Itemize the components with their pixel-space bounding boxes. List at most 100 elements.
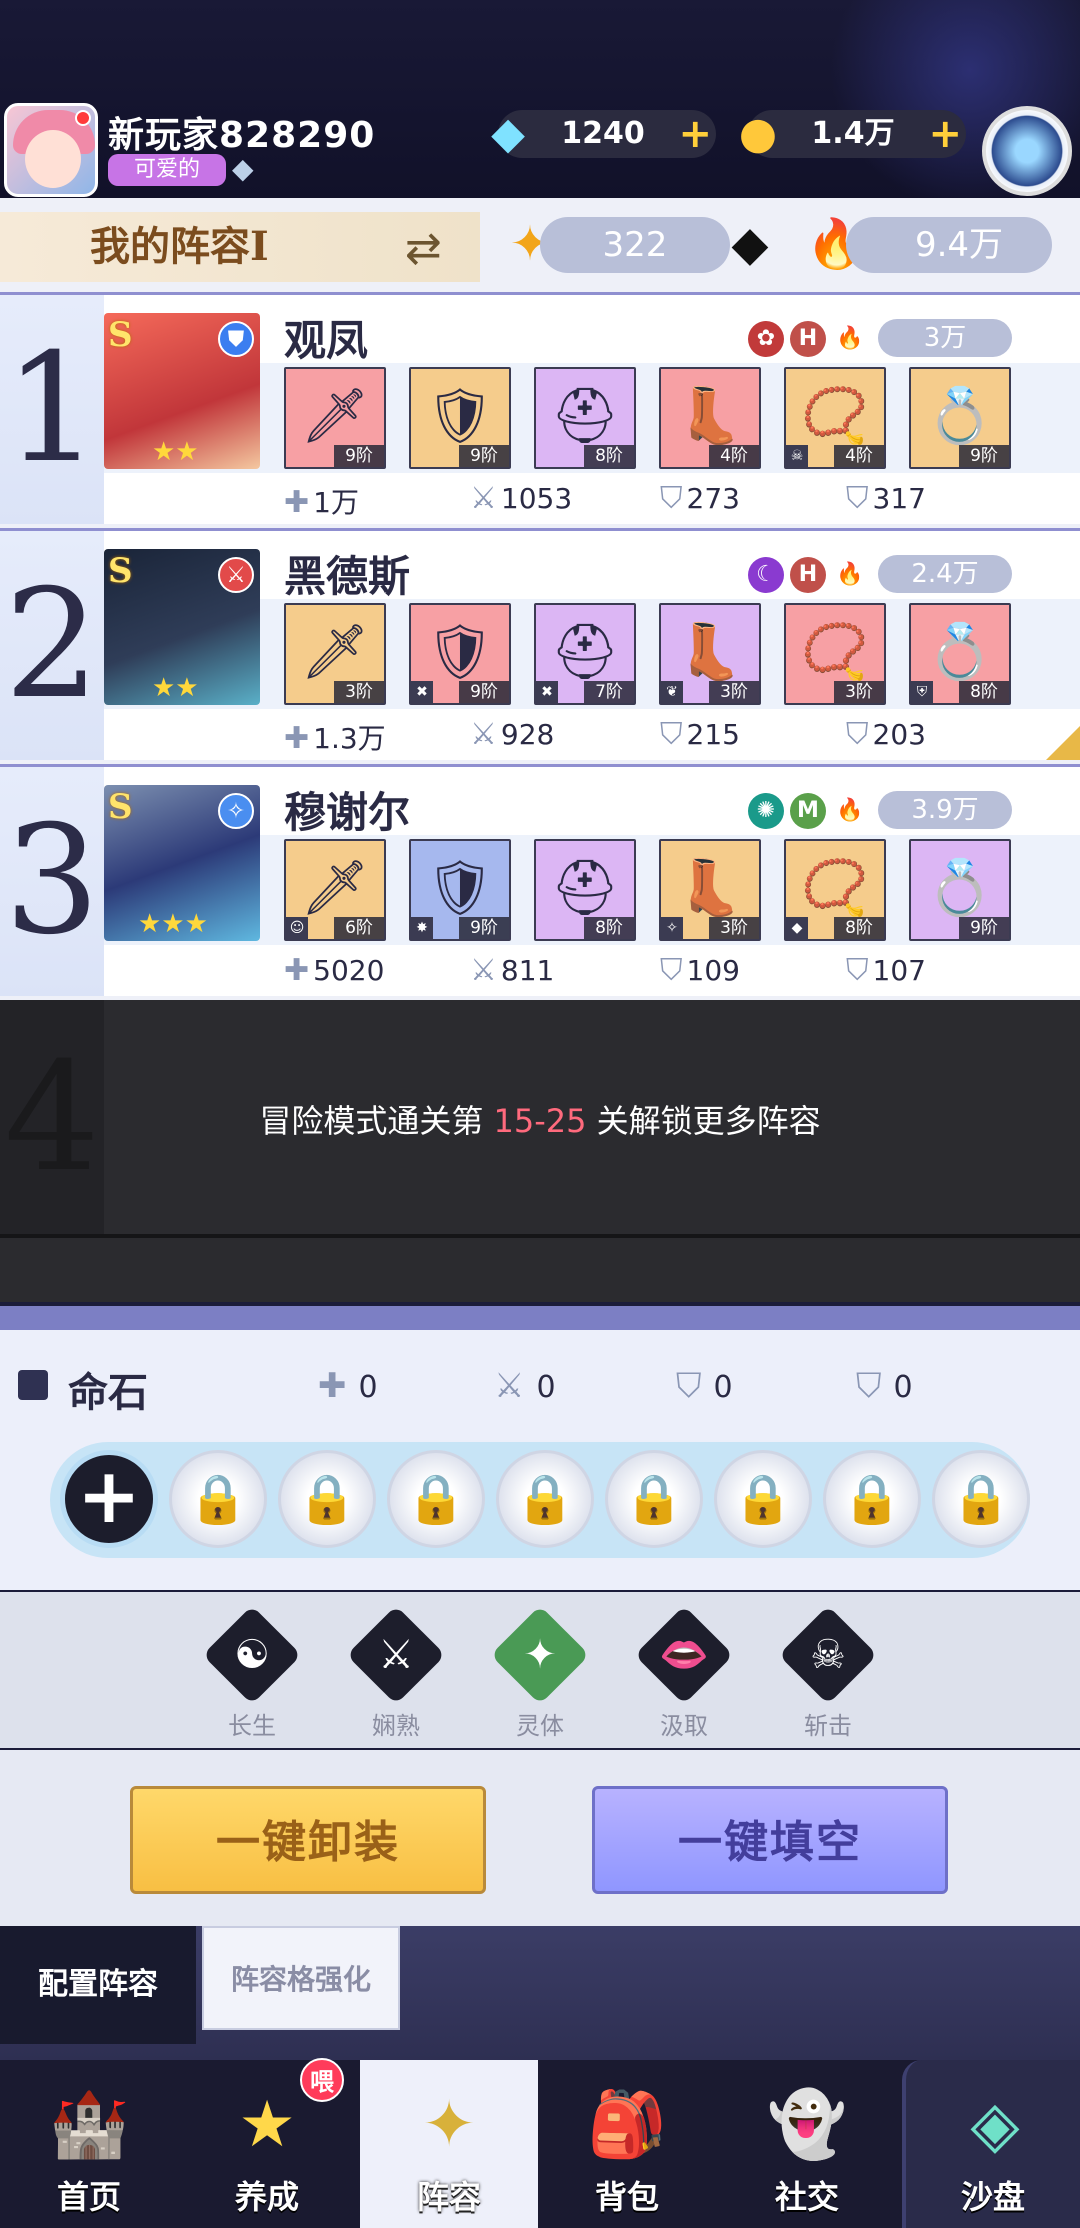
stat-atk: 928 xyxy=(500,718,555,751)
skill-longevity[interactable]: ☯ 长生 xyxy=(202,1605,302,1741)
equip-slot-armor[interactable]: 🛡 ✖ 9阶 xyxy=(409,603,511,705)
skill-drain[interactable]: 👄 汲取 xyxy=(634,1605,734,1741)
skull-icon: ☠ xyxy=(810,1632,846,1678)
player-name: 新玩家828290 xyxy=(108,115,376,156)
equip-slot-weapon[interactable]: 🗡 3阶 xyxy=(284,603,386,705)
equip-slot-armor[interactable]: 🛡 9阶 xyxy=(409,367,511,469)
hero-portrait[interactable]: S ⚔ ★★ xyxy=(104,549,260,705)
nav-develop-badge: 喂 xyxy=(300,2058,344,2102)
corner-marker xyxy=(1046,726,1080,760)
team-row-3[interactable]: 3 S ✧ ★★★ 穆谢尔 ✺ M 🔥 3.9万 🗡 ☺ 6阶 🛡 ✸ 9阶 ⛑ 8阶 👢… xyxy=(0,764,1080,996)
hp-icon: ✚ xyxy=(284,485,310,520)
element-icon: ☾ xyxy=(748,557,784,593)
ghost-mail-icon: 👻 xyxy=(767,2088,847,2162)
stat-mdef: 317 xyxy=(872,482,926,515)
alert-icon[interactable]: ◆ xyxy=(718,212,782,276)
locked-stone-slot[interactable]: 🔒 xyxy=(387,1450,485,1548)
defense-icon: ⛉ xyxy=(660,481,683,516)
stat-atk: 811 xyxy=(500,954,555,987)
yin-yang-icon: ☯ xyxy=(234,1632,270,1678)
add-stone-button[interactable]: + xyxy=(60,1450,158,1548)
equip-slot-ring[interactable]: 💍 9阶 xyxy=(909,839,1011,941)
magic-defense-icon: ⛉ xyxy=(856,1366,882,1406)
element-icon: ✺ xyxy=(748,793,784,829)
equip-slot-boots[interactable]: 👢 ✧ 3阶 xyxy=(659,839,761,941)
hero-power: 2.4万 xyxy=(878,555,1012,593)
attack-icon: ⚔ xyxy=(470,481,497,516)
hero-rank: S xyxy=(108,787,133,827)
equip-slot-boots[interactable]: 👢 ❦ 3阶 xyxy=(659,603,761,705)
nav-social[interactable]: 👻 社交 xyxy=(718,2060,896,2228)
player-title-badge[interactable]: 可爱的 xyxy=(108,154,226,186)
hero-portrait[interactable]: S ✧ ★★★ xyxy=(104,785,260,941)
locked-stone-slot[interactable]: 🔒 xyxy=(714,1450,812,1548)
nav-backpack[interactable]: 🎒 背包 xyxy=(538,2060,716,2228)
hero-power: 3万 xyxy=(878,319,1012,357)
add-diamond-button[interactable]: + xyxy=(678,110,712,158)
auto-fill-button[interactable]: 一键填空 xyxy=(592,1786,948,1894)
m-grade-icon: M xyxy=(790,793,826,829)
coin-value: 1.4万 xyxy=(811,116,895,151)
skill-spirit[interactable]: ✦ 灵体 xyxy=(490,1605,590,1741)
nav-lineup[interactable]: ✦ 阵容 xyxy=(360,2060,538,2228)
fire-icon: 🔥 xyxy=(832,793,868,829)
stat-hp: 5020 xyxy=(313,954,385,987)
skill-slash[interactable]: ☠ 斩击 xyxy=(778,1605,878,1741)
equip-slot-armor[interactable]: 🛡 ✸ 9阶 xyxy=(409,839,511,941)
sandbox-diamond-icon: ◈ xyxy=(970,2088,1020,2162)
team-row-2[interactable]: 2 S ⚔ ★★ 黑德斯 ☾ H 🔥 2.4万 🗡 3阶 🛡 ✖ 9阶 ⛑ ✖ 7阶 👢 ❦… xyxy=(0,528,1080,760)
tab-lineup-enhance[interactable]: 阵容格强化 xyxy=(202,1926,400,2030)
magic-defense-icon: ⛉ xyxy=(846,953,869,988)
hero-attribute-icons: ✺ M 🔥 xyxy=(748,793,868,829)
skill-proficiency[interactable]: ⚔ 娴熟 xyxy=(346,1605,446,1741)
equip-slot-helmet[interactable]: ⛑ 8阶 xyxy=(534,839,636,941)
notification-dot xyxy=(75,110,91,126)
diamond-counter: ◆ 1240 + xyxy=(491,108,716,159)
team-row-1[interactable]: 1 S ⛊ ★★ 观凤 ✿ H 🔥 3万 🗡 9阶 🛡 9阶 ⛑ 8阶 👢 4阶 📿 ☠ 4… xyxy=(0,292,1080,524)
equip-slot-weapon[interactable]: 🗡 ☺ 6阶 xyxy=(284,839,386,941)
equip-slot-ring[interactable]: 💍 ⛨ 8阶 xyxy=(909,603,1011,705)
add-coin-button[interactable]: + xyxy=(928,110,962,158)
lineup-compass-icon: ✦ xyxy=(422,2088,476,2162)
locked-stone-slot[interactable]: 🔒 xyxy=(278,1450,376,1548)
team-number: 2 xyxy=(0,531,104,760)
team-number: 1 xyxy=(0,295,104,524)
hero-name: 黑德斯 xyxy=(284,552,411,601)
stone-stat-def: 0 xyxy=(713,1370,733,1405)
h-grade-icon: H xyxy=(790,557,826,593)
equip-slot-boots[interactable]: 👢 4阶 xyxy=(659,367,761,469)
locked-stone-slot[interactable]: 🔒 xyxy=(823,1450,921,1548)
nav-home[interactable]: 🏰 首页 xyxy=(0,2060,178,2228)
hero-stars: ★★ xyxy=(152,673,199,703)
stone-stat-mdef: 0 xyxy=(893,1370,913,1405)
equip-slot-weapon[interactable]: 🗡 9阶 xyxy=(284,367,386,469)
swap-lineup-icon[interactable]: ⇄ xyxy=(405,223,442,274)
equip-slot-helmet[interactable]: ⛑ ✖ 7阶 xyxy=(534,603,636,705)
settings-gear-icon[interactable] xyxy=(982,106,1072,196)
equip-slot-necklace[interactable]: 📿 3阶 xyxy=(784,603,886,705)
tab-configure-lineup[interactable]: 配置阵容 xyxy=(0,1926,196,2044)
hp-icon: ✚ xyxy=(284,953,310,988)
locked-stone-slot[interactable]: 🔒 xyxy=(496,1450,594,1548)
defense-icon: ⛉ xyxy=(660,717,683,752)
locked-stone-slot[interactable]: 🔒 xyxy=(169,1450,267,1548)
equip-slot-ring[interactable]: 💍 9阶 xyxy=(909,367,1011,469)
equip-slot-necklace[interactable]: 📿 ◆ 8阶 xyxy=(784,839,886,941)
player-avatar[interactable] xyxy=(4,103,98,197)
backpack-icon: 🎒 xyxy=(587,2088,667,2162)
equip-slot-necklace[interactable]: 📿 ☠ 4阶 xyxy=(784,367,886,469)
team-number: 3 xyxy=(0,767,104,996)
locked-stone-slot[interactable]: 🔒 xyxy=(605,1450,703,1548)
nav-sandbox[interactable]: ◈ 沙盘 xyxy=(902,2060,1080,2228)
locked-stone-slot[interactable]: 🔒 xyxy=(932,1450,1030,1548)
hero-rank: S xyxy=(108,315,133,355)
fire-icon: 🔥 xyxy=(832,321,868,357)
hero-rank: S xyxy=(108,551,133,591)
bottom-nav: 🏰 首页 ★ 养成 ✦ 阵容 🎒 背包 👻 社交 ◈ 沙盘 xyxy=(0,2060,1080,2228)
sword-circle-icon: ⚔ xyxy=(378,1632,414,1678)
stat-atk: 1053 xyxy=(500,482,573,515)
hero-portrait[interactable]: S ⛊ ★★ xyxy=(104,313,260,469)
equip-slot-helmet[interactable]: ⛑ 8阶 xyxy=(534,367,636,469)
unequip-all-button[interactable]: 一键卸装 xyxy=(130,1786,486,1894)
sword-class-icon: ⚔ xyxy=(218,557,254,593)
